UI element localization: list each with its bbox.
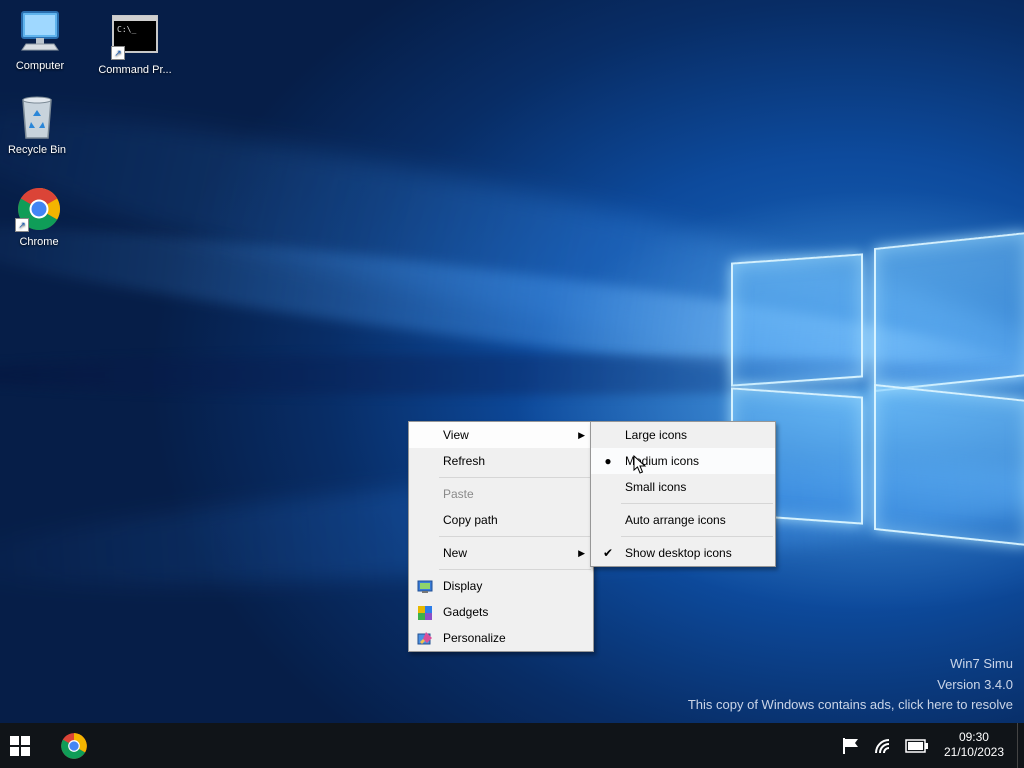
svg-text:C:\_: C:\_	[117, 25, 136, 34]
chrome-icon: ↗	[15, 186, 63, 232]
menu-separator	[439, 477, 591, 478]
menu-item-label: Gadgets	[443, 605, 489, 619]
menu-item-refresh[interactable]: Refresh	[409, 448, 593, 474]
battery-icon[interactable]	[904, 723, 930, 768]
menu-separator	[439, 569, 591, 570]
clock-time: 09:30	[958, 730, 989, 744]
menu-separator	[439, 536, 591, 537]
view-submenu: Large icons ● Medium icons Small icons A…	[590, 421, 776, 567]
submenu-item-auto-arrange[interactable]: Auto arrange icons	[591, 507, 775, 533]
chrome-icon	[61, 732, 87, 759]
desktop-icon-computer[interactable]: Computer	[0, 10, 80, 72]
watermark-version: Version 3.4.0	[937, 677, 1013, 692]
submenu-item-medium-icons[interactable]: ● Medium icons	[591, 448, 775, 474]
computer-icon	[16, 10, 64, 56]
menu-item-label: Copy path	[443, 513, 498, 527]
submenu-arrow-icon: ▶	[578, 548, 585, 558]
checkmark-icon: ✔	[602, 546, 614, 560]
windows-logo-icon	[10, 735, 30, 756]
show-desktop-button[interactable]	[1017, 723, 1024, 768]
desktop-icon-recycle-bin[interactable]: Recycle Bin	[0, 94, 77, 156]
recycle-bin-icon	[13, 94, 61, 140]
menu-item-label: New	[443, 546, 468, 560]
submenu-item-show-desktop-icons[interactable]: ✔ Show desktop icons	[591, 540, 775, 566]
menu-item-new[interactable]: New ▶	[409, 540, 593, 566]
submenu-item-small-icons[interactable]: Small icons	[591, 474, 775, 500]
mouse-cursor-icon	[633, 454, 647, 480]
taskbar: 09:30 21/10/2023	[0, 723, 1024, 768]
wifi-icon[interactable]	[872, 723, 894, 768]
desktop-icon-chrome[interactable]: ↗ Chrome	[0, 186, 79, 248]
menu-item-label: Large icons	[625, 428, 688, 442]
menu-separator	[621, 536, 773, 537]
desktop-icon-label: Chrome	[19, 236, 59, 248]
menu-item-label: Show desktop icons	[625, 546, 732, 560]
watermark-ads-link[interactable]: This copy of Windows contains ads, click…	[688, 697, 1013, 712]
menu-separator	[621, 503, 773, 504]
display-icon	[417, 578, 433, 594]
desktop-context-menu: View ▶ Refresh Paste Copy path New ▶ Dis…	[408, 421, 594, 652]
menu-item-label: View	[443, 428, 469, 442]
menu-item-label: Paste	[443, 487, 474, 501]
desktop-icon-command-prompt[interactable]: C:\_ ↗ Command Pr...	[95, 14, 175, 76]
command-prompt-icon: C:\_ ↗	[111, 14, 159, 60]
menu-item-label: Small icons	[625, 480, 687, 494]
taskbar-clock[interactable]: 09:30 21/10/2023	[944, 730, 1004, 760]
menu-item-copy-path[interactable]: Copy path	[409, 507, 593, 533]
shortcut-arrow-icon: ↗	[15, 218, 29, 232]
desktop-icon-label: Computer	[15, 60, 65, 72]
radio-bullet-icon: ●	[604, 454, 612, 468]
start-button[interactable]	[0, 723, 40, 768]
submenu-arrow-icon: ▶	[578, 430, 585, 440]
menu-item-gadgets[interactable]: Gadgets	[409, 599, 593, 625]
gadgets-icon	[417, 604, 433, 620]
menu-item-display[interactable]: Display	[409, 573, 593, 599]
menu-item-paste: Paste	[409, 481, 593, 507]
desktop-icon-label: Recycle Bin	[7, 144, 67, 156]
watermark-title: Win7 Simu	[950, 656, 1013, 671]
desktop-icon-label: Command Pr...	[98, 64, 172, 76]
taskbar-chrome-button[interactable]	[52, 723, 96, 768]
submenu-item-large-icons[interactable]: Large icons	[591, 422, 775, 448]
menu-item-label: Auto arrange icons	[625, 513, 726, 527]
personalize-icon	[417, 630, 433, 646]
menu-item-label: Refresh	[443, 454, 486, 468]
menu-item-label: Personalize	[443, 631, 506, 645]
menu-item-label: Display	[443, 579, 483, 593]
menu-item-personalize[interactable]: Personalize	[409, 625, 593, 651]
action-center-flag-icon[interactable]	[840, 723, 862, 768]
shortcut-arrow-icon: ↗	[111, 46, 125, 60]
menu-item-view[interactable]: View ▶	[409, 422, 593, 448]
clock-date: 21/10/2023	[943, 745, 1004, 759]
